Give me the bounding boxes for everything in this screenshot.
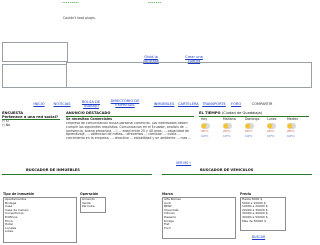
nav-inicio[interactable]: INICIO — [33, 102, 45, 106]
create-account-link[interactable]: Crear una cuenta — [184, 55, 204, 63]
nav-directorio-empresas[interactable]: DIRECTORIO DE EMPRESAS — [109, 99, 141, 107]
header-left-text: ••••••••• — [62, 1, 79, 5]
featured-body: Empresa de comunicacion busca personal c… — [66, 122, 192, 141]
nav-bolsa-trabajo[interactable]: BOLSA DE TRABAJO — [79, 100, 103, 108]
nav-compartir[interactable]: COMPARTIR — [248, 102, 276, 106]
nav-inmuebles[interactable]: INMUEBLES — [152, 102, 176, 106]
weather-day-0: Hoy — [201, 117, 208, 121]
poll-divider — [2, 119, 60, 120]
vehicle-search-title: BUSCADOR DE VEHICULOS — [200, 168, 254, 172]
price-select[interactable]: Hasta 5000 $ 5000 a 10000 $ 10000 a 2000… — [240, 197, 286, 231]
weather-low-3: 13°C — [267, 134, 275, 138]
brand-select[interactable]: Alfa Romeo Audi BMW Chevrolet Citroen Da… — [162, 197, 236, 239]
nav-noticias[interactable]: NOTICIAS — [52, 102, 72, 106]
weather-day-2: Domingo — [245, 117, 260, 121]
logo-image-placeholder — [2, 64, 68, 88]
nav-foro[interactable]: FORO — [231, 102, 241, 106]
operation-select[interactable]: Arriendo Venta Permuta — [80, 197, 106, 213]
weather-low-2: 14°C — [245, 134, 253, 138]
property-search-title: BUSCADOR DE INMUEBLES — [26, 168, 80, 172]
vehicle-search-button[interactable]: BUSCAR — [252, 235, 265, 240]
vehicle-search-divider — [162, 174, 312, 175]
weather-low-4: 14°C — [287, 134, 295, 138]
property-search-divider — [2, 174, 152, 175]
plugin-notice: Couldn't load plugin. — [63, 16, 96, 20]
weather-high-0: 30°C — [201, 129, 209, 133]
weather-high-1: 29°C — [223, 129, 231, 133]
nav-transporte[interactable]: TRANSPORTE — [199, 102, 229, 106]
weather-day-1: Mañana — [223, 117, 236, 121]
banner-image-placeholder — [2, 42, 68, 62]
header-right-text: ••••••• — [148, 1, 162, 5]
header-banner-placeholder — [66, 62, 312, 88]
forgot-password-link[interactable]: Olvid.la contrase — [141, 55, 161, 63]
weather-high-4: 28°C — [287, 129, 295, 133]
featured-more-link[interactable]: VER MS » — [176, 161, 191, 166]
weather-day-4: Martes — [287, 117, 298, 121]
weather-day-3: Lunes — [267, 117, 277, 121]
weather-low-0: 14°C — [201, 134, 209, 138]
weather-title: EL TIEMPO (Ciudad de Guadalaja) — [199, 111, 263, 115]
weather-high-3: 29°C — [267, 129, 275, 133]
weather-low-1: 13°C — [223, 134, 231, 138]
featured-title: ANUNCIO DESTACADO — [66, 111, 111, 115]
property-type-select[interactable]: Apartamentos Bodega Casa Casa de Campo C… — [3, 197, 77, 243]
weather-high-2: 29°C — [245, 129, 253, 133]
poll-option-no[interactable]: ○ No — [2, 123, 60, 128]
nav-cartelera[interactable]: CARTELERA — [178, 102, 199, 106]
